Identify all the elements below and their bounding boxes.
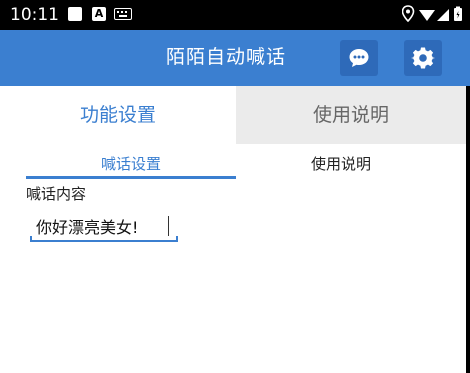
text-cursor <box>168 216 169 236</box>
input-underline-right-tick <box>176 236 178 242</box>
tab-function-settings[interactable]: 功能设置 <box>0 86 236 144</box>
content-area: 功能设置 使用说明 喊话设置 使用说明 喊话内容 <box>0 86 466 373</box>
battery-icon <box>454 6 462 21</box>
chat-icon <box>349 49 369 67</box>
screen: 10:11 A 陌陌自动喊话 功能设置 使用说明 喊话设置 使用说明 喊话内容 … <box>0 0 470 373</box>
subtab-indicator <box>26 176 236 179</box>
main-tab-bar: 功能设置 使用说明 <box>0 86 466 144</box>
white-square-icon <box>68 7 82 21</box>
chat-button[interactable] <box>340 40 378 76</box>
shout-content-input[interactable] <box>30 212 178 242</box>
system-icons <box>402 5 462 23</box>
wifi-icon <box>419 10 435 21</box>
app-title: 陌陌自动喊话 <box>166 46 287 68</box>
subtab-shout-settings[interactable]: 喊话设置 <box>26 152 236 176</box>
gear-icon <box>411 47 435 69</box>
location-icon <box>402 5 415 23</box>
app-bar: 陌陌自动喊话 <box>0 30 470 86</box>
a-icon: A <box>92 7 106 21</box>
shout-content-label: 喊话内容 <box>26 185 87 203</box>
status-time: 10:11 <box>10 5 59 25</box>
settings-button[interactable] <box>404 40 442 76</box>
subtab-usage-instructions[interactable]: 使用说明 <box>236 152 446 176</box>
signal-icon <box>437 9 449 21</box>
sub-tab-bar: 喊话设置 使用说明 <box>0 144 466 180</box>
status-bar: 10:11 A <box>0 0 470 30</box>
input-underline-left-tick <box>30 236 32 242</box>
tab-usage-instructions[interactable]: 使用说明 <box>236 86 466 144</box>
keyboard-icon <box>114 8 132 20</box>
